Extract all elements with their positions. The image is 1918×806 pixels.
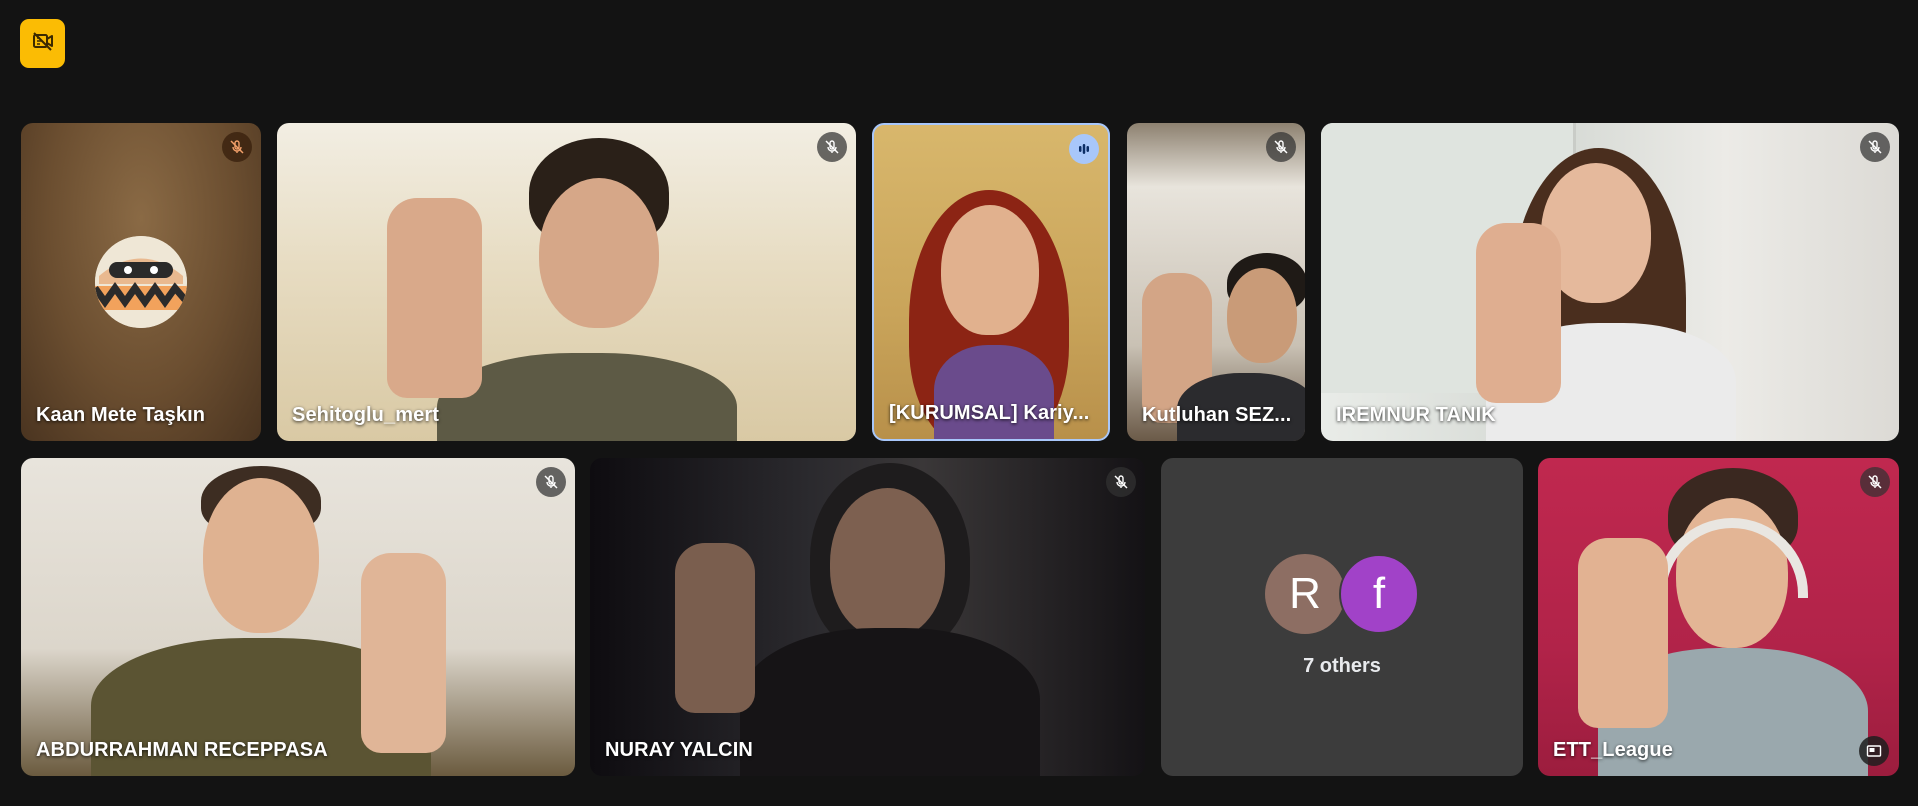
mic-off-icon [222,132,252,162]
participant-tile[interactable]: Sehitoglu_mert [277,123,856,441]
mic-off-icon [1106,467,1136,497]
participant-tile[interactable]: IREMNUR TANIK [1321,123,1899,441]
speaking-indicator-icon [1069,134,1099,164]
avatar: f [1339,554,1419,634]
participant-tile[interactable]: NURAY YALCIN [590,458,1145,776]
participant-name: Kaan Mete Taşkın [36,404,206,426]
avatar: R [1265,554,1345,634]
mic-off-icon [1266,132,1296,162]
avatar [95,236,187,328]
others-avatars: R f [1265,554,1419,634]
mic-off-icon [1860,132,1890,162]
others-tile[interactable]: R f 7 others [1161,458,1523,776]
picture-in-picture-icon[interactable] [1859,736,1889,766]
mic-off-icon [536,467,566,497]
participant-name: Kutluhan SEZ... [1142,404,1292,426]
participant-tile[interactable]: Kaan Mete Taşkın [21,123,261,441]
others-count-label: 7 others [1303,655,1381,677]
camera-off-button[interactable] [20,19,65,68]
participant-name: [KURUMSAL] Kariy... [889,402,1090,424]
participant-name: ABDURRAHMAN RECEPPASA [36,739,328,761]
video-off-icon [31,29,55,58]
participant-name: IREMNUR TANIK [1336,404,1496,426]
participant-name: NURAY YALCIN [605,739,753,761]
participant-tile[interactable]: ETT_League [1538,458,1899,776]
participant-tile[interactable]: Kutluhan SEZ... [1127,123,1305,441]
participant-tile[interactable]: ABDURRAHMAN RECEPPASA [21,458,575,776]
mic-off-icon [1860,467,1890,497]
mic-off-icon [817,132,847,162]
participant-name: Sehitoglu_mert [292,404,439,426]
participant-name: ETT_League [1553,739,1673,761]
participant-tile[interactable]: [KURUMSAL] Kariy... [872,123,1110,441]
